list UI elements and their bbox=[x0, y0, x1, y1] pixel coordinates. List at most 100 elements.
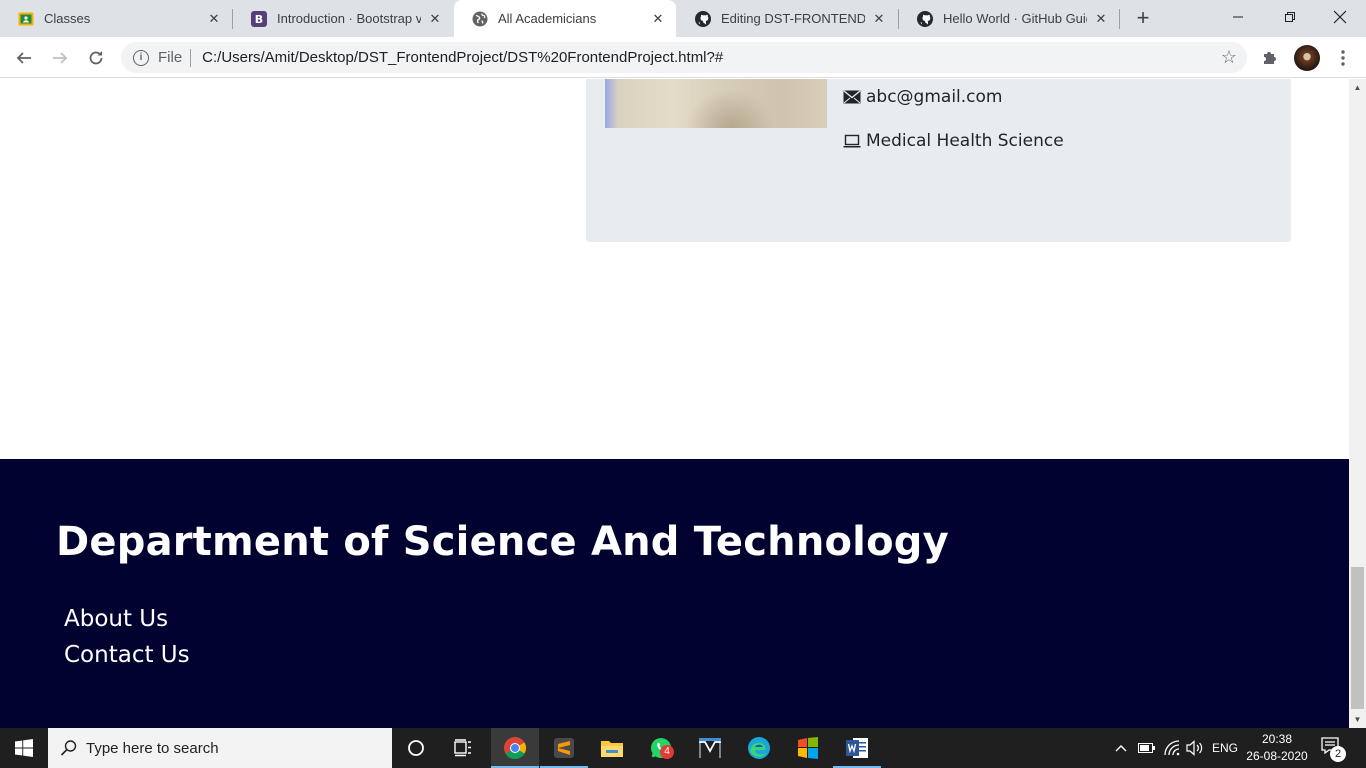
site-info-icon[interactable]: i bbox=[133, 49, 149, 66]
taskbar-chrome[interactable] bbox=[491, 728, 539, 768]
tab-title: Editing DST-FRONTEND/F bbox=[721, 11, 865, 26]
extensions-puzzle-icon[interactable] bbox=[1259, 46, 1281, 68]
windows-taskbar: Type here to search 4 ENG 20:38 26-08-20… bbox=[0, 728, 1366, 768]
m-app-icon bbox=[699, 738, 721, 758]
github-icon bbox=[917, 10, 933, 27]
edge-icon bbox=[748, 737, 770, 759]
svg-text:B: B bbox=[255, 13, 263, 26]
tab-strip: Classes ✕ B Introduction · Bootstrap v ✕… bbox=[0, 0, 1366, 37]
laptop-icon bbox=[843, 132, 861, 150]
url-scheme: File bbox=[158, 49, 183, 66]
bootstrap-icon: B bbox=[251, 10, 267, 27]
minimize-icon bbox=[1233, 16, 1243, 18]
taskbar-search-placeholder: Type here to search bbox=[86, 739, 219, 757]
clock-time: 20:38 bbox=[1261, 732, 1293, 746]
tab-all-academicians[interactable]: All Academicians ✕ bbox=[454, 0, 676, 37]
tab-divider bbox=[1119, 9, 1120, 29]
reload-icon bbox=[89, 51, 103, 65]
url-text[interactable]: C:/Users/Amit/Desktop/DST_FrontendProjec… bbox=[202, 49, 1221, 66]
search-icon bbox=[60, 740, 77, 756]
sublime-text-icon bbox=[554, 738, 574, 758]
close-window-button[interactable] bbox=[1316, 0, 1364, 34]
close-icon bbox=[1333, 10, 1347, 24]
tab-editing-dst-frontend[interactable]: Editing DST-FRONTEND/F ✕ bbox=[677, 0, 897, 37]
taskbar-search-box[interactable]: Type here to search bbox=[48, 728, 392, 768]
tab-title: Hello World · GitHub Guid bbox=[943, 11, 1087, 26]
url-divider bbox=[190, 48, 192, 67]
cortana-circle-icon bbox=[408, 740, 424, 756]
taskbar-sublime-text[interactable] bbox=[540, 728, 588, 768]
department-text: Medical Health Science bbox=[866, 131, 1064, 151]
scroll-down-arrow-icon[interactable]: ▼ bbox=[1349, 711, 1366, 728]
notification-count-badge: 2 bbox=[1330, 746, 1346, 762]
taskbar-whatsapp[interactable]: 4 bbox=[637, 728, 685, 768]
windows-logo-icon bbox=[15, 739, 33, 757]
scroll-up-arrow-icon[interactable]: ▲ bbox=[1349, 79, 1366, 96]
profile-avatar[interactable] bbox=[1294, 45, 1320, 71]
close-tab-icon[interactable]: ✕ bbox=[1093, 11, 1109, 27]
tab-hello-world[interactable]: Hello World · GitHub Guid ✕ bbox=[899, 0, 1119, 37]
start-button[interactable] bbox=[0, 728, 48, 768]
close-tab-icon[interactable]: ✕ bbox=[871, 11, 887, 27]
restore-button[interactable] bbox=[1266, 0, 1314, 34]
wifi-icon bbox=[1164, 740, 1180, 756]
scrollbar-thumb[interactable] bbox=[1351, 567, 1364, 709]
academician-card: abc@gmail.com Medical Health Science bbox=[586, 79, 1291, 242]
taskbar-word[interactable] bbox=[833, 728, 881, 768]
taskbar-office-app[interactable] bbox=[784, 728, 832, 768]
task-view-button[interactable] bbox=[440, 728, 488, 768]
taskbar-edge[interactable] bbox=[735, 728, 783, 768]
whatsapp-unread-badge: 4 bbox=[660, 745, 674, 759]
footer-link-about-us[interactable]: About Us bbox=[64, 606, 168, 632]
minimize-button[interactable] bbox=[1214, 0, 1262, 34]
back-button[interactable] bbox=[10, 44, 38, 72]
page-scrollbar[interactable]: ▲ ▼ bbox=[1349, 79, 1366, 728]
address-bar[interactable]: i File C:/Users/Amit/Desktop/DST_Fronten… bbox=[121, 42, 1247, 73]
battery-status[interactable] bbox=[1138, 728, 1156, 768]
tab-classes[interactable]: Classes ✕ bbox=[0, 0, 232, 37]
globe-icon bbox=[472, 11, 488, 27]
site-footer: Department of Science And Technology Abo… bbox=[0, 459, 1349, 728]
taskbar-m-app[interactable] bbox=[686, 728, 734, 768]
google-classroom-icon bbox=[18, 11, 34, 27]
back-arrow-icon bbox=[16, 52, 31, 64]
cortana-button[interactable] bbox=[392, 728, 440, 768]
close-tab-icon[interactable]: ✕ bbox=[427, 11, 443, 27]
action-center-button[interactable]: 2 bbox=[1320, 736, 1346, 762]
forward-arrow-icon bbox=[53, 52, 68, 64]
footer-link-contact-us[interactable]: Contact Us bbox=[64, 642, 190, 668]
new-tab-button[interactable]: + bbox=[1131, 5, 1155, 30]
show-hidden-icons-button[interactable] bbox=[1114, 728, 1128, 768]
input-language[interactable]: ENG bbox=[1212, 728, 1238, 768]
reload-button[interactable] bbox=[82, 44, 110, 72]
footer-heading: Department of Science And Technology bbox=[56, 519, 949, 565]
close-tab-icon[interactable]: ✕ bbox=[650, 11, 666, 27]
battery-icon bbox=[1138, 743, 1155, 753]
bookmark-star-icon[interactable]: ☆ bbox=[1221, 47, 1237, 68]
restore-icon bbox=[1285, 12, 1295, 22]
tab-bootstrap[interactable]: B Introduction · Bootstrap v ✕ bbox=[233, 0, 453, 37]
clock-date: 26-08-2020 bbox=[1246, 749, 1308, 763]
browser-toolbar: i File C:/Users/Amit/Desktop/DST_Fronten… bbox=[0, 37, 1366, 78]
page-viewport: abc@gmail.com Medical Health Science Dep… bbox=[0, 79, 1349, 728]
email-line: abc@gmail.com bbox=[843, 87, 1002, 107]
tab-title: Introduction · Bootstrap v bbox=[277, 11, 421, 26]
chevron-up-icon bbox=[1115, 745, 1127, 752]
network-status[interactable] bbox=[1163, 728, 1181, 768]
academician-photo bbox=[605, 79, 827, 128]
forward-button[interactable] bbox=[46, 44, 74, 72]
folder-icon bbox=[601, 741, 623, 757]
close-tab-icon[interactable]: ✕ bbox=[206, 11, 222, 27]
word-icon bbox=[846, 738, 868, 758]
taskbar-file-explorer[interactable] bbox=[588, 728, 636, 768]
volume-control[interactable] bbox=[1186, 728, 1204, 768]
chrome-icon bbox=[504, 737, 526, 759]
system-clock[interactable]: 20:38 26-08-2020 bbox=[1240, 731, 1314, 765]
tab-title: Classes bbox=[44, 11, 91, 26]
browser-menu-icon[interactable] bbox=[1331, 45, 1355, 71]
task-view-icon bbox=[454, 739, 471, 757]
colorful-squares-icon bbox=[798, 737, 818, 759]
tab-title: All Academicians bbox=[498, 11, 597, 26]
github-icon bbox=[695, 10, 711, 27]
envelope-icon bbox=[843, 88, 861, 106]
